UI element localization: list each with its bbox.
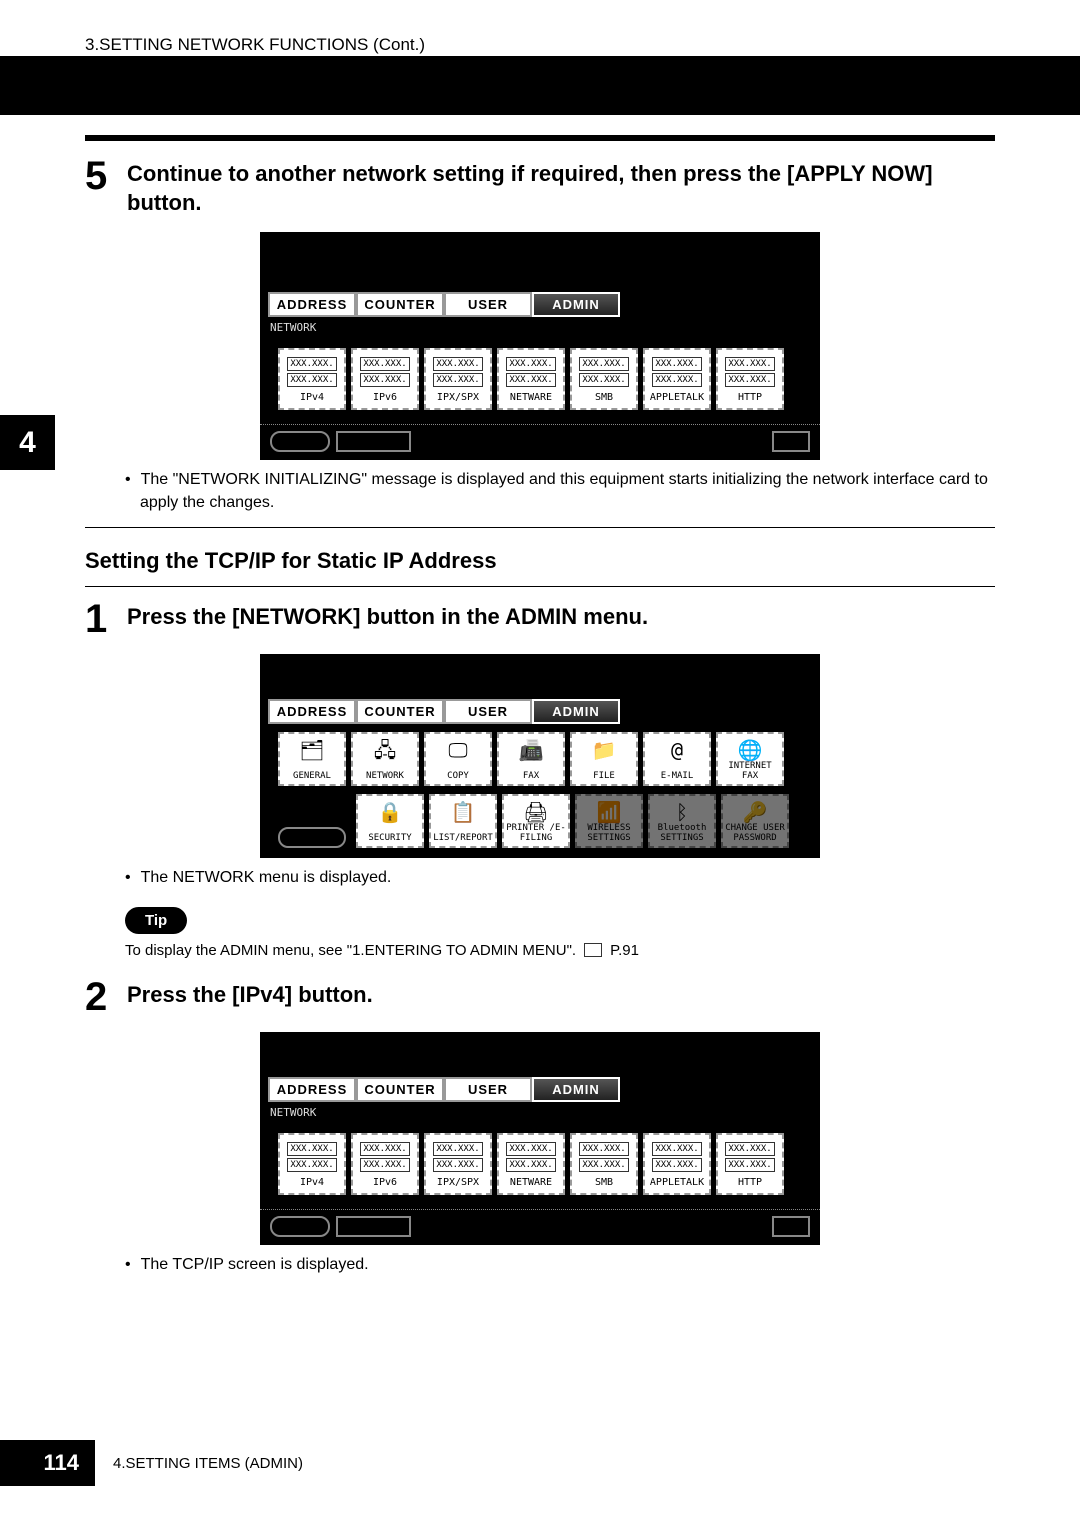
network-icon: 🖧 xyxy=(353,740,417,760)
opt-ipv4[interactable]: XXX.XXX.XXX.XXX.IPv4 xyxy=(278,348,346,410)
tab-user[interactable]: USER xyxy=(444,292,532,317)
opt-ipxspx[interactable]: XXX.XXX.XXX.XXX.IPX/SPX xyxy=(424,1133,492,1195)
opt-ipv6[interactable]: XXX.XXX.XXX.XXX.IPv6 xyxy=(351,1133,419,1195)
tab-address[interactable]: ADDRESS xyxy=(268,699,356,724)
opt-netware[interactable]: XXX.XXX.XXX.XXX.NETWARE xyxy=(497,348,565,410)
tab-row: ADDRESS COUNTER USER ADMIN xyxy=(260,292,820,317)
tip-text: To display the ADMIN menu, see "1.ENTERI… xyxy=(85,942,995,959)
apply-now-button[interactable]: APPLY NOW xyxy=(336,1216,412,1237)
screen-crumb: NETWORK xyxy=(260,1102,820,1123)
rule xyxy=(85,135,995,141)
screenshot-network: ADDRESS COUNTER USER ADMIN NETWORK XXX.X… xyxy=(260,232,820,460)
admin-security[interactable]: 🔒SECURITY xyxy=(356,794,424,848)
screenshot-network-2: ADDRESS COUNTER USER ADMIN NETWORK XXX.X… xyxy=(260,1032,820,1245)
wireless-icon: 📶 xyxy=(577,802,641,822)
tab-user[interactable]: USER xyxy=(444,1077,532,1102)
internet-fax-icon: 🌐 xyxy=(718,740,782,760)
rule xyxy=(85,527,995,528)
opt-appletalk[interactable]: XXX.XXX.XXX.XXX.APPLETALK xyxy=(643,348,711,410)
rule xyxy=(85,586,995,587)
admin-bluetooth: ᛒBluetooth SETTINGS xyxy=(648,794,716,848)
admin-internet-fax[interactable]: 🌐INTERNET FAX xyxy=(716,732,784,786)
admin-general[interactable]: 🗂GENERAL xyxy=(278,732,346,786)
tab-row: ADDRESS COUNTER USER ADMIN xyxy=(260,1077,820,1102)
header-breadcrumb: 3.SETTING NETWORK FUNCTIONS (Cont.) xyxy=(85,35,425,55)
opt-netware[interactable]: XXX.XXX.XXX.XXX.NETWARE xyxy=(497,1133,565,1195)
opt-appletalk[interactable]: XXX.XXX.XXX.XXX.APPLETALK xyxy=(643,1133,711,1195)
step-number: 1 xyxy=(85,599,127,639)
fax-icon: 📠 xyxy=(499,740,563,760)
step-instruction: Press the [IPv4] button. xyxy=(127,977,373,1010)
list-report-icon: 📋 xyxy=(431,802,495,822)
admin-list-report[interactable]: 📋LIST/REPORT xyxy=(429,794,497,848)
admin-printer-efiling[interactable]: 🖨PRINTER /E-FILING xyxy=(502,794,570,848)
printer-icon: 🖨 xyxy=(504,802,568,822)
step2-note: The TCP/IP screen is displayed. xyxy=(85,1253,995,1276)
step-2: 2 Press the [IPv4] button. xyxy=(85,977,995,1017)
next-button[interactable]: Next xyxy=(772,1216,811,1237)
opt-http[interactable]: XXX.XXX.XXX.XXX.HTTP xyxy=(716,348,784,410)
admin-fax[interactable]: 📠FAX xyxy=(497,732,565,786)
admin-change-password: 🔑CHANGE USER PASSWORD xyxy=(721,794,789,848)
tab-counter[interactable]: COUNTER xyxy=(356,1077,444,1102)
bluetooth-icon: ᛒ xyxy=(650,802,714,822)
tab-admin[interactable]: ADMIN xyxy=(532,699,620,724)
email-icon: @ xyxy=(645,740,709,760)
step-number: 2 xyxy=(85,977,127,1017)
admin-file[interactable]: 📁FILE xyxy=(570,732,638,786)
copy-icon: 🖵 xyxy=(426,740,490,760)
tip-body: To display the ADMIN menu, see "1.ENTERI… xyxy=(125,942,576,959)
return-button[interactable]: RETURN xyxy=(278,827,346,848)
step5-note: The "NETWORK INITIALIZING" message is di… xyxy=(85,468,995,514)
tab-admin[interactable]: ADMIN xyxy=(532,292,620,317)
next-button[interactable]: Next xyxy=(772,431,811,452)
opt-ipv6[interactable]: XXX.XXX.XXX.XXX.IPv6 xyxy=(351,348,419,410)
step-instruction: Press the [NETWORK] button in the ADMIN … xyxy=(127,599,648,632)
admin-copy[interactable]: 🖵COPY xyxy=(424,732,492,786)
footer-label: 4.SETTING ITEMS (ADMIN) xyxy=(113,1455,303,1472)
security-icon: 🔒 xyxy=(358,802,422,822)
screen-crumb: NETWORK xyxy=(260,317,820,338)
book-icon xyxy=(584,943,602,957)
admin-network[interactable]: 🖧NETWORK xyxy=(351,732,419,786)
tab-counter[interactable]: COUNTER xyxy=(356,699,444,724)
screenshot-admin-menu: ADDRESS COUNTER USER ADMIN 🗂GENERAL 🖧NET… xyxy=(260,654,820,858)
password-icon: 🔑 xyxy=(723,802,787,822)
admin-wireless: 📶WIRELESS SETTINGS xyxy=(575,794,643,848)
apply-now-button[interactable]: APPLY NOW xyxy=(336,431,412,452)
opt-ipxspx[interactable]: XXX.XXX.XXX.XXX.IPX/SPX xyxy=(424,348,492,410)
opt-smb[interactable]: XXX.XXX.XXX.XXX.SMB xyxy=(570,1133,638,1195)
return-button[interactable]: RETURN xyxy=(270,1216,330,1237)
step-5: 5 Continue to another network setting if… xyxy=(85,156,995,217)
step1-note: The NETWORK menu is displayed. xyxy=(85,866,995,889)
step-instruction: Continue to another network setting if r… xyxy=(127,156,995,217)
page-number: 114 xyxy=(0,1440,95,1486)
page-header: 3.SETTING NETWORK FUNCTIONS (Cont.) xyxy=(0,0,1080,115)
opt-smb[interactable]: XXX.XXX.XXX.XXX.SMB xyxy=(570,348,638,410)
general-icon: 🗂 xyxy=(280,740,344,760)
tab-counter[interactable]: COUNTER xyxy=(356,292,444,317)
tip-badge: Tip xyxy=(125,907,187,934)
tip-page-ref: P.91 xyxy=(610,942,639,959)
file-icon: 📁 xyxy=(572,740,636,760)
tab-address[interactable]: ADDRESS xyxy=(268,1077,356,1102)
page-footer: 114 4.SETTING ITEMS (ADMIN) xyxy=(0,1440,1080,1486)
tab-address[interactable]: ADDRESS xyxy=(268,292,356,317)
opt-http[interactable]: XXX.XXX.XXX.XXX.HTTP xyxy=(716,1133,784,1195)
chapter-tab: 4 xyxy=(0,415,55,470)
tab-admin[interactable]: ADMIN xyxy=(532,1077,620,1102)
tab-row: ADDRESS COUNTER USER ADMIN xyxy=(260,699,820,724)
section-heading: Setting the TCP/IP for Static IP Address xyxy=(85,548,995,574)
step-1: 1 Press the [NETWORK] button in the ADMI… xyxy=(85,599,995,639)
opt-ipv4[interactable]: XXX.XXX.XXX.XXX.IPv4 xyxy=(278,1133,346,1195)
return-button[interactable]: RETURN xyxy=(270,431,330,452)
tab-user[interactable]: USER xyxy=(444,699,532,724)
admin-email[interactable]: @E-MAIL xyxy=(643,732,711,786)
step-number: 5 xyxy=(85,156,127,196)
